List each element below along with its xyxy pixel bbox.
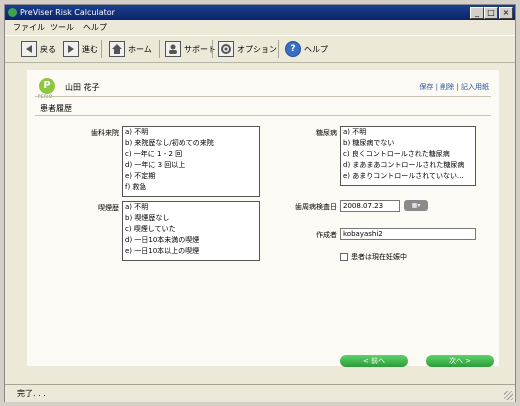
calendar-icon[interactable]: ▦▾ [404, 200, 428, 211]
diabetes-list[interactable]: a) 不明 b) 糖尿病でない c) 良くコントロールされた糖尿病 d) まあま… [340, 126, 476, 186]
menu-help[interactable]: ヘルプ [83, 22, 107, 33]
link-separator: | [435, 83, 438, 91]
support-icon [165, 41, 181, 57]
menu-bar: ファイル ツール ヘルプ [5, 20, 515, 34]
dental-visits-list[interactable]: a) 不明 b) 来院歴なし/初めての来院 c) 一年に 1 - 2 回 d) … [122, 126, 260, 197]
list-item[interactable]: c) 良くコントロールされた糖尿病 [341, 149, 475, 160]
app-icon [8, 8, 17, 17]
status-bar: 完了. . . [5, 384, 515, 402]
section-title: 患者履歴 [40, 104, 72, 113]
support-button[interactable]: サポート [165, 40, 216, 58]
resize-grip-icon[interactable] [504, 391, 513, 400]
forward-arrow-icon [63, 41, 79, 57]
save-link[interactable]: 保存 [419, 83, 433, 91]
list-item[interactable]: b) 喫煙歴なし [123, 213, 259, 224]
toolbar-separator [159, 40, 160, 58]
forward-label: 進む [82, 44, 98, 54]
forward-button[interactable]: 進む [63, 40, 98, 58]
header-links: 保存 | 削除 | 記入用紙 [419, 82, 489, 92]
author-label: 作成者 [316, 231, 337, 239]
help-icon: ? [285, 41, 301, 57]
maximize-button[interactable]: □ [484, 7, 498, 19]
toolbar-separator [278, 40, 279, 58]
options-icon [218, 41, 234, 57]
list-item[interactable]: e) あまりコントロールされていない... [341, 171, 475, 182]
list-item[interactable]: b) 糖尿病でない [341, 138, 475, 149]
help-button[interactable]: ? ヘルプ [285, 40, 328, 58]
section-divider [35, 115, 491, 116]
home-button[interactable]: ホーム [109, 40, 152, 58]
list-item[interactable]: a) 不明 [123, 202, 259, 213]
list-item[interactable]: d) 一年に 3 回以上 [123, 160, 259, 171]
list-item[interactable]: c) 喫煙していた [123, 224, 259, 235]
perio-logo: P [39, 78, 55, 94]
next-button[interactable]: 次へ > [426, 355, 494, 367]
back-label: 戻る [40, 44, 56, 54]
list-item[interactable]: a) 不明 [341, 127, 475, 138]
list-item[interactable]: d) 一日10本未満の喫煙 [123, 235, 259, 246]
delete-link[interactable]: 削除 [440, 83, 454, 91]
back-button[interactable]: 戻る [21, 40, 56, 58]
home-label: ホーム [128, 44, 152, 54]
author-field[interactable]: kobayashi2 [340, 228, 476, 240]
exam-date-field[interactable]: 2008.07.23 [340, 200, 400, 212]
patient-name: 山田 花子 [65, 83, 100, 92]
diabetes-label: 糖尿病 [316, 129, 337, 137]
minimize-button[interactable]: _ [470, 7, 484, 19]
dental-visits-label: 歯科来院 [91, 129, 119, 137]
help-label: ヘルプ [304, 44, 328, 54]
list-item[interactable]: b) 来院歴なし/初めての来院 [123, 138, 259, 149]
list-item[interactable]: c) 一年に 1 - 2 回 [123, 149, 259, 160]
status-text: 完了. . . [17, 389, 46, 398]
options-button[interactable]: オプション [218, 40, 277, 58]
pregnant-label: 患者は現在妊娠中 [351, 253, 407, 261]
back-arrow-icon [21, 41, 37, 57]
home-icon [109, 41, 125, 57]
list-item[interactable]: d) まあまあコントロールされた糖尿病 [341, 160, 475, 171]
list-item[interactable]: e) 一日10本以上の喫煙 [123, 246, 259, 257]
list-item[interactable]: e) 不定期 [123, 171, 259, 182]
patient-history-panel: P PERIO 山田 花子 保存 | 削除 | 記入用紙 患者履歴 歯科来院 a… [27, 70, 499, 367]
smoking-label: 喫煙歴 [98, 204, 119, 212]
toolbar-separator [101, 40, 102, 58]
title-bar: PreViser Risk Calculator _ □ × [5, 5, 515, 20]
window-title: PreViser Risk Calculator [20, 8, 115, 17]
list-item[interactable]: a) 不明 [123, 127, 259, 138]
list-item[interactable]: f) 救急 [123, 182, 259, 193]
form-link[interactable]: 記入用紙 [461, 83, 489, 91]
close-button[interactable]: × [499, 7, 513, 19]
header-divider [35, 96, 491, 97]
options-label: オプション [237, 44, 277, 54]
toolbar: 戻る 進む ホーム サポート オプション ? ヘルプ [5, 35, 515, 63]
exam-date-label: 歯周病検査日 [295, 203, 337, 211]
link-separator: | [456, 83, 459, 91]
menu-file[interactable]: ファイル [13, 22, 45, 33]
smoking-list[interactable]: a) 不明 b) 喫煙歴なし c) 喫煙していた d) 一日10本未満の喫煙 e… [122, 201, 260, 261]
pregnant-checkbox[interactable] [340, 253, 348, 261]
toolbar-separator [212, 40, 213, 58]
app-window: PreViser Risk Calculator _ □ × ファイル ツール … [4, 4, 516, 402]
menu-tools[interactable]: ツール [50, 22, 74, 33]
prev-button[interactable]: < 前へ [340, 355, 408, 367]
